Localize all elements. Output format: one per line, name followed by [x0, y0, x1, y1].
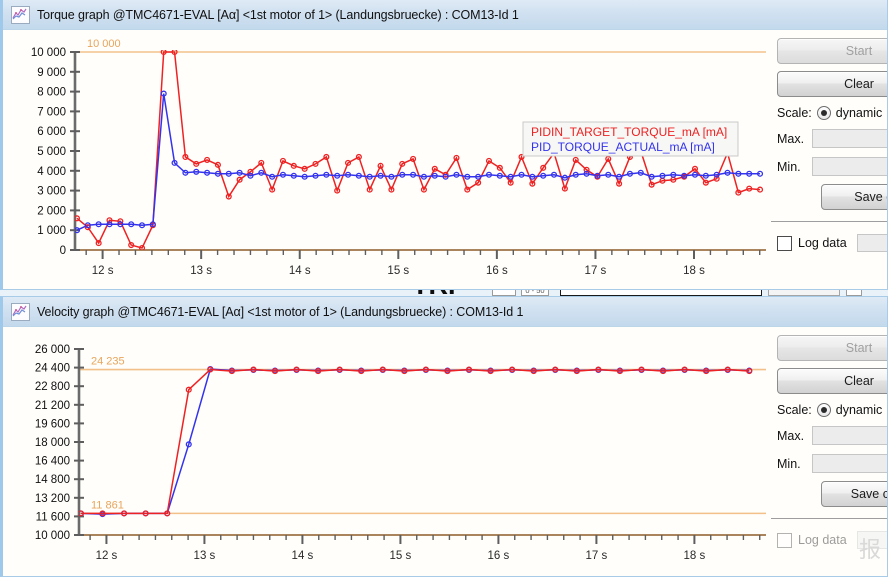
svg-text:15 s: 15 s: [390, 550, 412, 562]
controls-divider: [771, 221, 887, 222]
log-data-checkbox[interactable]: [777, 532, 792, 548]
svg-text:14 800: 14 800: [35, 474, 70, 486]
svg-text:13 200: 13 200: [35, 493, 70, 505]
controls-divider: [771, 518, 887, 519]
max-input[interactable]: [812, 129, 887, 148]
svg-text:12 s: 12 s: [92, 265, 114, 277]
svg-text:16 s: 16 s: [488, 550, 510, 562]
min-row: Min.: [777, 157, 887, 176]
max-input[interactable]: [812, 426, 887, 445]
scale-label: Scale:: [777, 403, 812, 417]
svg-text:19 600: 19 600: [35, 418, 70, 430]
velocity-body: 10 000 11 600 13 200 14 800 16 400 18 000 19 6…: [3, 327, 887, 576]
velocity-plot-area[interactable]: 10 000 11 600 13 200 14 800 16 400 18 000 19 6…: [3, 327, 773, 576]
velocity-controls: Start Clear Scale: dynamic Max. Min. Sav…: [769, 327, 887, 576]
torque-controls: Start Clear Scale: dynamic Max. Min. Sav…: [769, 30, 887, 289]
svg-text:PIDIN_TARGET_TORQUE_mA [mA]: PIDIN_TARGET_TORQUE_mA [mA]: [531, 125, 727, 139]
svg-text:15 s: 15 s: [387, 265, 409, 277]
save-current-button[interactable]: Save curre: [821, 481, 887, 507]
svg-text:13 s: 13 s: [194, 550, 216, 562]
svg-text:24 400: 24 400: [35, 363, 70, 375]
scale-dynamic-label: dynamic: [835, 106, 883, 120]
min-label: Min.: [777, 456, 801, 471]
min-row: Min.: [777, 454, 887, 473]
svg-text:7 000: 7 000: [37, 106, 66, 118]
scale-dynamic-radio[interactable]: [816, 403, 831, 417]
velocity-chart: 10 000 11 600 13 200 14 800 16 400 18 000 19 6…: [35, 344, 766, 562]
log-data-input[interactable]: [856, 234, 887, 252]
svg-text:22 800: 22 800: [35, 381, 70, 393]
velocity-title-text: Velocity graph @TMC4671-EVAL [Aα] <1st m…: [37, 304, 524, 319]
svg-text:14 s: 14 s: [289, 265, 311, 277]
svg-text:24 235: 24 235: [91, 356, 125, 368]
svg-text:18 s: 18 s: [683, 265, 705, 277]
graph-icon: [11, 302, 30, 321]
svg-text:11 861: 11 861: [91, 499, 124, 511]
max-label: Max.: [777, 131, 805, 146]
max-label: Max.: [777, 428, 805, 443]
svg-text:16 400: 16 400: [35, 456, 70, 468]
start-button[interactable]: Start: [777, 335, 887, 361]
svg-text:5 000: 5 000: [37, 146, 66, 158]
svg-text:2 000: 2 000: [37, 205, 66, 217]
svg-text:10 000: 10 000: [35, 530, 70, 542]
svg-text:9 000: 9 000: [37, 67, 66, 79]
svg-text:11 600: 11 600: [36, 511, 70, 523]
torque-body: 0 1 000 2 000 3 000 4 000 5 000 6 000 7 000 8 00…: [3, 30, 887, 289]
log-data-input[interactable]: [856, 531, 887, 549]
svg-text:18 s: 18 s: [684, 550, 706, 562]
torque-title-text: Torque graph @TMC4671-EVAL [Aα] <1st mot…: [37, 7, 519, 22]
velocity-title-bar[interactable]: Velocity graph @TMC4671-EVAL [Aα] <1st m…: [3, 297, 887, 327]
max-row: Max.: [777, 426, 887, 445]
svg-text:18 000: 18 000: [35, 437, 70, 449]
svg-text:PID_TORQUE_ACTUAL_mA [mA]: PID_TORQUE_ACTUAL_mA [mA]: [531, 140, 715, 154]
svg-text:8 000: 8 000: [37, 87, 66, 99]
svg-text:17 s: 17 s: [585, 265, 607, 277]
svg-text:16 s: 16 s: [486, 265, 508, 277]
svg-text:10 000: 10 000: [31, 47, 66, 59]
scale-dynamic-label: dynamic: [835, 403, 883, 417]
svg-text:10 000: 10 000: [87, 38, 121, 50]
scale-row: Scale: dynamic: [777, 106, 887, 120]
min-label: Min.: [777, 159, 801, 174]
clear-button[interactable]: Clear: [777, 368, 887, 394]
svg-text:6 000: 6 000: [37, 126, 66, 138]
log-data-row: Log data: [777, 234, 887, 252]
svg-text:21 200: 21 200: [35, 400, 70, 412]
svg-text:13 s: 13 s: [190, 265, 212, 277]
svg-text:26 000: 26 000: [35, 344, 70, 356]
svg-text:12 s: 12 s: [96, 550, 118, 562]
save-current-button[interactable]: Save curr: [821, 184, 887, 210]
log-data-row: Log data: [777, 531, 887, 549]
graph-icon: [11, 5, 30, 24]
max-row: Max.: [777, 129, 887, 148]
scale-label: Scale:: [777, 106, 812, 120]
torque-graph-window: Torque graph @TMC4671-EVAL [Aα] <1st mot…: [0, 0, 888, 290]
log-data-checkbox[interactable]: [777, 235, 792, 251]
log-data-label: Log data: [798, 533, 847, 547]
min-input[interactable]: [811, 157, 887, 176]
min-input[interactable]: [811, 454, 887, 473]
torque-plot-area[interactable]: 0 1 000 2 000 3 000 4 000 5 000 6 000 7 000 8 00…: [3, 30, 773, 289]
scale-dynamic-radio[interactable]: [816, 106, 831, 120]
velocity-graph-window: Velocity graph @TMC4671-EVAL [Aα] <1st m…: [0, 296, 888, 577]
log-data-label: Log data: [798, 236, 847, 250]
scale-row: Scale: dynamic: [777, 403, 887, 417]
torque-title-bar[interactable]: Torque graph @TMC4671-EVAL [Aα] <1st mot…: [3, 0, 887, 30]
start-button[interactable]: Start: [777, 38, 887, 64]
svg-text:17 s: 17 s: [586, 550, 608, 562]
svg-text:14 s: 14 s: [292, 550, 314, 562]
svg-text:4 000: 4 000: [37, 166, 66, 178]
torque-chart: 0 1 000 2 000 3 000 4 000 5 000 6 000 7 000 8 00…: [31, 38, 766, 277]
svg-text:3 000: 3 000: [37, 186, 66, 198]
svg-text:1 000: 1 000: [37, 225, 66, 237]
svg-text:0: 0: [60, 245, 66, 257]
clear-button[interactable]: Clear: [777, 71, 887, 97]
